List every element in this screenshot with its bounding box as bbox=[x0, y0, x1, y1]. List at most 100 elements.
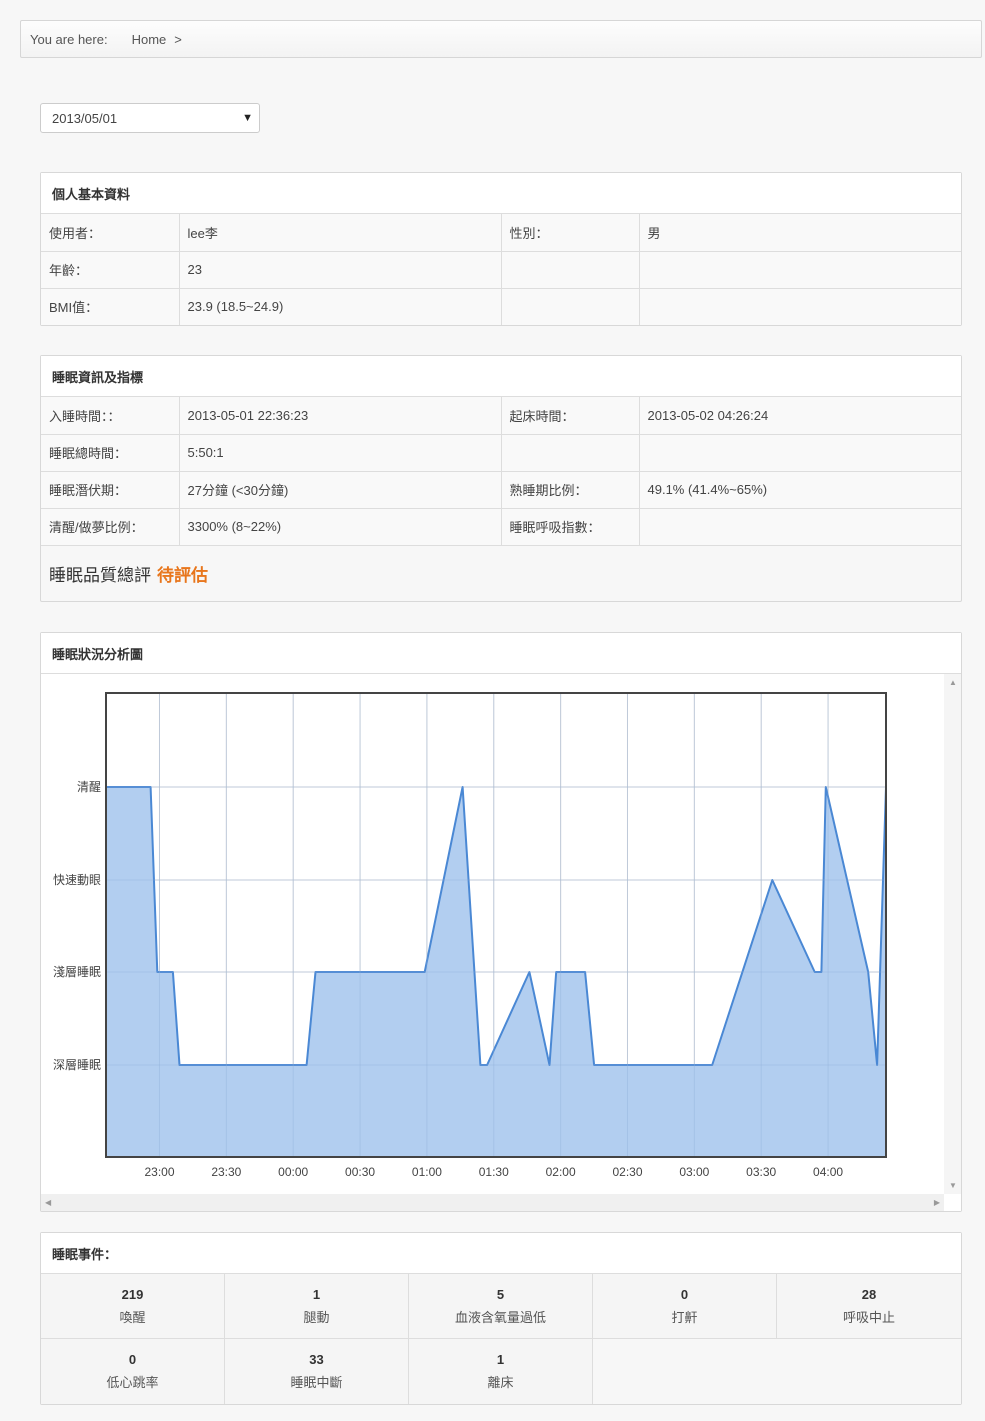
table-row: 使用者： lee李 性別： 男 bbox=[41, 214, 961, 252]
x-tick-label: 00:00 bbox=[278, 1165, 308, 1179]
y-tick-label: 清醒 bbox=[77, 780, 101, 794]
sleep-stage-chart: 23:00 23:30 00:00 00:30 01:00 01:30 02:00 02:30… bbox=[53, 692, 887, 1179]
event-label: 離床 bbox=[487, 1375, 514, 1390]
profile-value bbox=[639, 251, 961, 289]
event-cell-snoring: 0 打鼾 bbox=[593, 1274, 777, 1339]
scroll-left-icon[interactable]: ◀ bbox=[45, 1198, 51, 1207]
x-tick-label: 01:30 bbox=[479, 1165, 509, 1179]
sleep-info-value: 27分鐘 (<30分鐘) bbox=[179, 471, 502, 509]
event-cell-empty bbox=[777, 1339, 961, 1404]
x-tick-label: 02:30 bbox=[612, 1165, 642, 1179]
x-tick-label: 23:00 bbox=[144, 1165, 174, 1179]
sleep-info-label: 熟睡期比例： bbox=[501, 471, 640, 509]
sleep-events-panel: 睡眠事件： 219 喚醒 1 腿動 5 血液含氧量過低 0 打鼾 28 呼吸中止… bbox=[40, 1232, 962, 1405]
sleep-info-value: 2013-05-01 22:36:23 bbox=[179, 397, 502, 435]
event-value: 1 bbox=[496, 1352, 505, 1367]
breadcrumb-label: You are here: bbox=[30, 31, 108, 47]
sleep-info-value: 2013-05-02 04:26:24 bbox=[639, 397, 961, 435]
sleep-info-label: 睡眠潛伏期： bbox=[41, 471, 180, 509]
breadcrumb-separator: > bbox=[174, 31, 182, 47]
sleep-info-label: 清醒/做夢比例： bbox=[41, 508, 180, 545]
sleep-info-value: 49.1% (41.4%~65%) bbox=[639, 471, 961, 509]
event-cell-apnea: 28 呼吸中止 bbox=[777, 1274, 961, 1339]
profile-panel: 個人基本資料 使用者： lee李 性別： 男 年齡： 23 BMI值： 23.9… bbox=[40, 172, 962, 326]
event-cell-empty bbox=[593, 1339, 777, 1404]
table-row: 睡眠總時間： 5:50:1 bbox=[41, 434, 961, 472]
sleep-info-value bbox=[639, 508, 961, 545]
table-row: 年齡： 23 bbox=[41, 251, 961, 289]
sleep-info-panel: 睡眠資訊及指標 入睡時間：： 2013-05-01 22:36:23 起床時間：… bbox=[40, 355, 962, 602]
sleep-info-label: 睡眠總時間： bbox=[41, 434, 180, 472]
sleep-info-panel-title: 睡眠資訊及指標 bbox=[41, 356, 961, 397]
x-tick-label: 23:30 bbox=[211, 1165, 241, 1179]
x-tick-label: 03:30 bbox=[746, 1165, 776, 1179]
sleep-info-value: 3300% (8~22%) bbox=[179, 508, 502, 545]
event-cell-out-of-bed: 1 離床 bbox=[409, 1339, 593, 1404]
breadcrumb: You are here: Home > bbox=[20, 20, 982, 58]
sleep-chart-panel-title: 睡眠狀況分析圖 bbox=[41, 633, 961, 674]
table-row: BMI值： 23.9 (18.5~24.9) bbox=[41, 288, 961, 325]
scroll-down-icon[interactable]: ▼ bbox=[949, 1181, 957, 1190]
event-value: 219 bbox=[121, 1286, 144, 1302]
sleep-info-label: 睡眠呼吸指數： bbox=[501, 508, 640, 545]
scroll-up-icon[interactable]: ▲ bbox=[949, 678, 957, 687]
profile-label: 年齡： bbox=[41, 251, 180, 289]
date-select[interactable]: 2013/05/01 ▼ bbox=[40, 103, 260, 133]
y-tick-label: 淺層睡眠 bbox=[53, 965, 101, 979]
event-cell-arousal: 219 喚醒 bbox=[41, 1274, 225, 1339]
x-tick-label: 00:30 bbox=[345, 1165, 375, 1179]
sleep-quality-summary: 睡眠品質總評 待評估 bbox=[41, 545, 961, 601]
sleep-info-value: 5:50:1 bbox=[179, 434, 502, 472]
events-grid: 219 喚醒 1 腿動 5 血液含氧量過低 0 打鼾 28 呼吸中止 0 低心跳… bbox=[41, 1274, 961, 1404]
profile-value: 23.9 (18.5~24.9) bbox=[179, 288, 502, 325]
scroll-right-icon[interactable]: ▶ bbox=[934, 1198, 940, 1207]
event-value: 0 bbox=[128, 1352, 137, 1367]
profile-label: 性別： bbox=[501, 214, 640, 252]
profile-value: lee李 bbox=[179, 214, 502, 252]
y-tick-label: 深層睡眠 bbox=[53, 1058, 101, 1072]
profile-label bbox=[501, 288, 640, 325]
profile-table: 使用者： lee李 性別： 男 年齡： 23 BMI值： 23.9 (18.5~… bbox=[41, 214, 961, 325]
chart-scroll-area: 23:00 23:30 00:00 00:30 01:00 01:30 02:00 02:30… bbox=[41, 674, 961, 1211]
breadcrumb-home-link[interactable]: Home bbox=[132, 32, 167, 47]
x-tick-label: 04:00 bbox=[813, 1165, 843, 1179]
event-label: 低心跳率 bbox=[106, 1375, 159, 1390]
date-select-value: 2013/05/01 bbox=[52, 110, 118, 126]
sleep-quality-value: 待評估 bbox=[157, 566, 208, 585]
event-cell-sleep-interruption: 33 睡眠中斷 bbox=[225, 1339, 409, 1404]
x-tick-label: 02:00 bbox=[546, 1165, 576, 1179]
sleep-quality-label: 睡眠品質總評 bbox=[49, 566, 151, 585]
y-tick-label: 快速動眼 bbox=[53, 873, 101, 887]
profile-value: 23 bbox=[179, 251, 502, 289]
event-label: 喚醒 bbox=[119, 1309, 146, 1325]
event-label: 打鼾 bbox=[671, 1309, 698, 1325]
sleep-events-panel-title: 睡眠事件： bbox=[41, 1233, 961, 1274]
event-value: 0 bbox=[680, 1286, 689, 1302]
sleep-info-label bbox=[501, 434, 640, 472]
caret-down-icon: ▼ bbox=[242, 112, 253, 124]
event-cell-low-oxygen: 5 血液含氧量過低 bbox=[409, 1274, 593, 1339]
table-row: 清醒/做夢比例： 3300% (8~22%) 睡眠呼吸指數： bbox=[41, 508, 961, 545]
sleep-info-value bbox=[639, 434, 961, 472]
profile-value bbox=[639, 288, 961, 325]
event-label: 血液含氧量過低 bbox=[454, 1309, 546, 1325]
profile-label bbox=[501, 251, 640, 289]
sleep-info-label: 起床時間： bbox=[501, 397, 640, 435]
x-tick-label: 01:00 bbox=[412, 1165, 442, 1179]
event-label: 呼吸中止 bbox=[842, 1309, 895, 1325]
event-cell-leg-movement: 1 腿動 bbox=[225, 1274, 409, 1339]
sleep-info-label: 入睡時間：： bbox=[41, 397, 180, 435]
horizontal-scrollbar[interactable]: ◀ ▶ bbox=[41, 1194, 944, 1211]
table-row: 入睡時間：： 2013-05-01 22:36:23 起床時間： 2013-05… bbox=[41, 397, 961, 435]
profile-label: BMI值： bbox=[41, 288, 180, 325]
vertical-scrollbar[interactable]: ▲ ▼ bbox=[944, 674, 961, 1194]
profile-value: 男 bbox=[639, 214, 961, 252]
sleep-chart-panel: 睡眠狀況分析圖 23:00 23:30 00:00 00:30 01:00 01:30 02… bbox=[40, 632, 962, 1212]
profile-label: 使用者： bbox=[41, 214, 180, 252]
event-value: 5 bbox=[496, 1286, 505, 1302]
event-value: 28 bbox=[861, 1286, 877, 1302]
event-value: 33 bbox=[309, 1352, 324, 1367]
event-value: 1 bbox=[312, 1286, 321, 1302]
event-label: 腿動 bbox=[303, 1309, 330, 1325]
x-tick-label: 03:00 bbox=[679, 1165, 709, 1179]
